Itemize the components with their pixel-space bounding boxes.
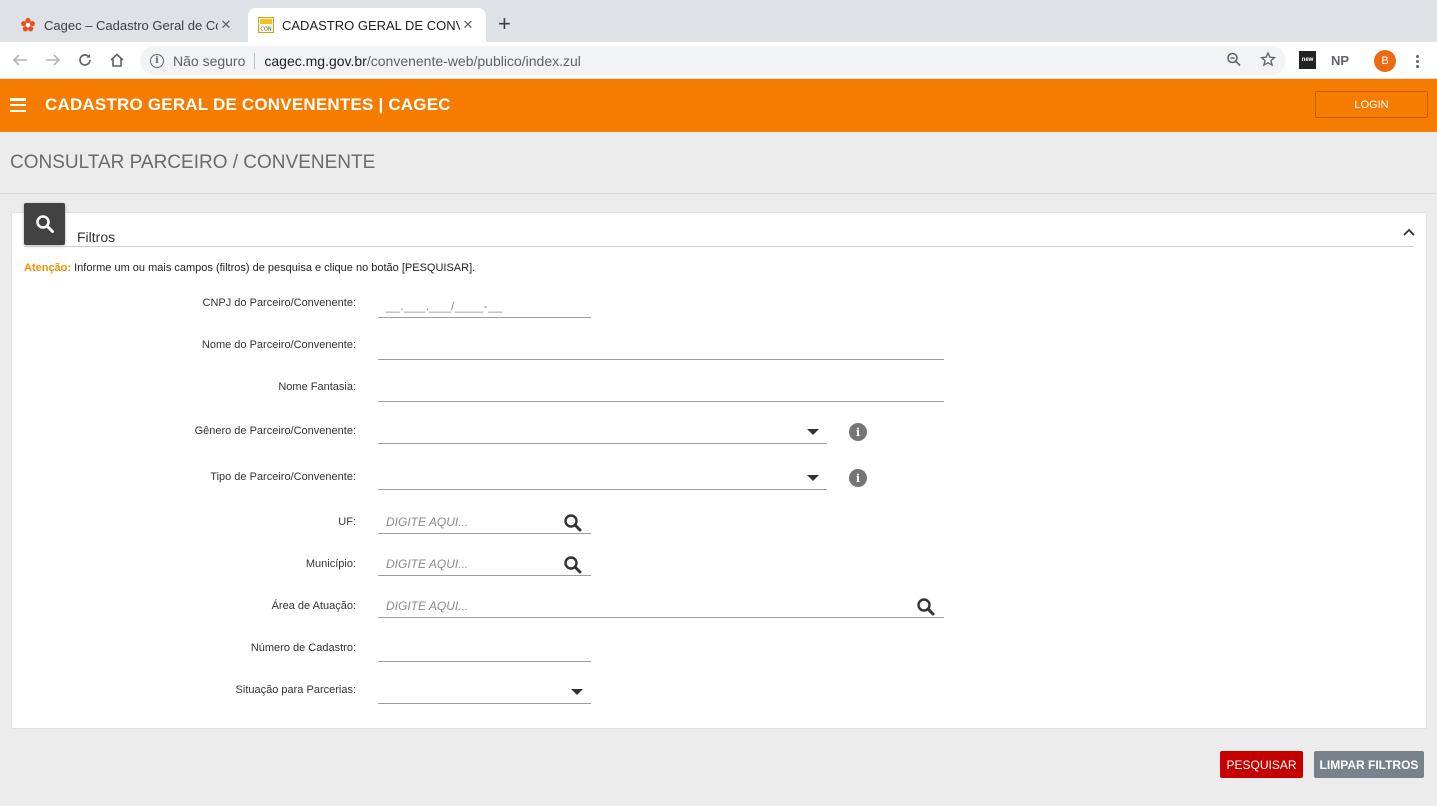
con-icon-text: CON: [260, 27, 271, 33]
area-atuacao-label: Área de Atuação:: [271, 600, 356, 612]
numero-cadastro-label: Número de Cadastro:: [250, 642, 356, 654]
nome-fantasia-label: Nome Fantasia:: [278, 381, 356, 393]
browser-tab-cadastro[interactable]: CON CADASTRO GERAL DE CONVENENTES ✕: [248, 8, 486, 42]
url-path: /convenente-web/publico/index.zul: [366, 52, 581, 69]
extension-new-label: new: [1301, 57, 1314, 63]
cnpj-mask: __.___.___/____-__: [386, 298, 503, 313]
address-divider: [254, 52, 256, 69]
area-atuacao-placeholder: DIGITE AQUI...: [386, 598, 469, 613]
attention-text: Informe um ou mais campos (filtros) de p…: [71, 262, 476, 274]
zoom-icon[interactable]: [1226, 51, 1242, 70]
caret-down-icon: [807, 475, 819, 481]
filters-title: Filtros: [77, 229, 116, 245]
reload-icon[interactable]: [75, 50, 95, 70]
close-tab-icon[interactable]: ✕: [218, 17, 234, 33]
cnpj-input[interactable]: __.___.___/____-__: [378, 294, 591, 318]
avatar-letter: B: [1381, 55, 1389, 67]
situacao-label: Situação para Parcerias:: [235, 684, 356, 696]
uf-placeholder: DIGITE AQUI...: [386, 514, 469, 529]
filters-panel: Filtros Atenção: Informe um ou mais camp…: [11, 203, 1427, 729]
area-atuacao-input[interactable]: DIGITE AQUI...: [378, 594, 944, 618]
app-header: CADASTRO GERAL DE CONVENENTES | CAGEC LO…: [0, 79, 1437, 132]
uf-input[interactable]: DIGITE AQUI...: [378, 510, 591, 534]
uf-label: UF:: [338, 516, 356, 528]
situacao-select[interactable]: [378, 680, 591, 704]
address-bar[interactable]: i Não seguro cagec.mg.gov.br/convenente-…: [140, 46, 1286, 75]
tipo-info-icon[interactable]: i: [849, 469, 867, 487]
genero-info-icon[interactable]: i: [849, 423, 867, 441]
close-tab-icon[interactable]: ✕: [460, 17, 476, 33]
tab-title: Cagec – Cadastro Geral de Convenentes: [44, 17, 218, 33]
nome-parceiro-label: Nome do Parceiro/Convenente:: [201, 339, 356, 351]
new-tab-button[interactable]: +: [498, 12, 511, 36]
app-title: CADASTRO GERAL DE CONVENENTES | CAGEC: [45, 95, 451, 114]
extension-new-icon[interactable]: new: [1299, 51, 1316, 69]
search-icon: [24, 203, 65, 245]
page-title: CONSULTAR PARCEIRO / CONVENENTE: [10, 152, 376, 173]
url-host: cagec.mg.gov.br: [264, 52, 367, 69]
genero-label: Gênero de Parceiro/Convenente:: [194, 425, 356, 437]
nome-fantasia-input[interactable]: [378, 378, 944, 402]
municipio-placeholder: DIGITE AQUI...: [386, 556, 469, 571]
attention-message: Atenção: Informe um ou mais campos (filt…: [24, 262, 475, 274]
panel-divider: [24, 246, 1414, 247]
back-arrow-icon[interactable]: [10, 50, 30, 70]
flower-icon: [20, 17, 36, 33]
page-title-bar: CONSULTAR PARCEIRO / CONVENENTE: [0, 132, 1437, 194]
extension-np-icon[interactable]: NP: [1330, 51, 1350, 69]
home-icon[interactable]: [107, 50, 127, 70]
profile-avatar[interactable]: B: [1374, 50, 1396, 72]
extension-np-label: NP: [1330, 52, 1350, 68]
chevron-up-icon[interactable]: [1402, 225, 1416, 239]
browser-toolbar: i Não seguro cagec.mg.gov.br/convenente-…: [0, 42, 1437, 79]
search-icon[interactable]: [563, 513, 583, 533]
forward-arrow-icon[interactable]: [43, 50, 63, 70]
hamburger-menu-icon[interactable]: [10, 98, 26, 112]
browser-tab-bar: Cagec – Cadastro Geral de Convenentes ✕ …: [0, 0, 1437, 42]
nome-parceiro-input[interactable]: [378, 336, 944, 360]
info-icon[interactable]: i: [150, 53, 164, 68]
caret-down-icon: [807, 429, 819, 435]
numero-cadastro-input[interactable]: [378, 638, 591, 662]
attention-label: Atenção:: [24, 262, 72, 274]
municipio-input[interactable]: DIGITE AQUI...: [378, 552, 591, 576]
clear-filters-button[interactable]: LIMPAR FILTROS: [1314, 751, 1424, 778]
tipo-label: Tipo de Parceiro/Convenente:: [210, 471, 356, 483]
search-button[interactable]: PESQUISAR: [1220, 751, 1303, 778]
browser-menu-icon[interactable]: [1410, 51, 1424, 71]
tab-title: CADASTRO GERAL DE CONVENENTES: [282, 17, 460, 33]
con-icon: CON: [258, 17, 274, 33]
tipo-select[interactable]: [378, 466, 827, 490]
search-icon[interactable]: [563, 555, 583, 575]
caret-down-icon: [571, 689, 583, 695]
genero-select[interactable]: [378, 420, 827, 444]
search-icon[interactable]: [916, 597, 936, 617]
login-button[interactable]: LOGIN: [1315, 91, 1428, 118]
security-indicator: Não seguro: [173, 52, 246, 69]
municipio-label: Município:: [305, 558, 356, 570]
browser-tab-cagec[interactable]: Cagec – Cadastro Geral de Convenentes ✕: [10, 8, 244, 42]
star-icon[interactable]: [1259, 50, 1277, 70]
cnpj-label: CNPJ do Parceiro/Convenente:: [202, 297, 356, 309]
